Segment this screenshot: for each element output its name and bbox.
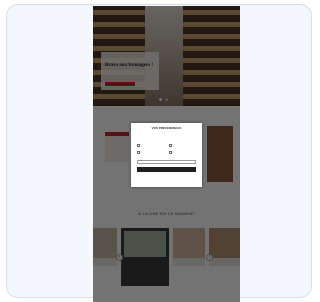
checkbox-icon [169,144,172,147]
submit-button[interactable] [137,167,196,172]
option-checkbox[interactable] [169,144,173,147]
email-field[interactable] [137,160,196,164]
checkbox-icon [169,151,172,154]
option-checkbox[interactable] [137,144,141,147]
option-checkbox[interactable] [137,151,141,154]
checkbox-icon [137,151,140,154]
checkbox-icon [137,144,140,147]
modal-title: VOS PRÉFÉRENCES [151,126,182,130]
preferences-modal: VOS PRÉFÉRENCES [131,123,202,187]
mobile-page-preview: Bravo aux fromagers ! À LA UNE EN CE MOM… [93,6,240,302]
option-checkbox[interactable] [169,151,173,154]
